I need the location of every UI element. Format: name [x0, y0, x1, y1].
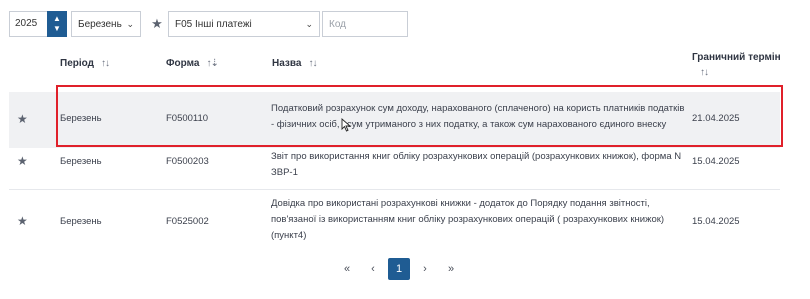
column-header-deadline[interactable]: Граничний термін ↑↓ [692, 52, 781, 78]
month-select[interactable]: Березень ⌄ [71, 11, 141, 37]
favorite-star-icon[interactable]: ★ [17, 154, 28, 168]
row-form-name[interactable]: Звіт про використання книг обліку розрах… [271, 149, 689, 181]
sort-icon[interactable]: ↑↓ [101, 58, 110, 69]
year-field[interactable]: 2025 [9, 11, 47, 37]
last-page-button[interactable]: » [440, 258, 462, 280]
favorites-filter-star-icon[interactable]: ★ [150, 16, 164, 32]
sort-icon[interactable]: ↑↓ [700, 67, 709, 78]
filter-bar: 2025 ▲ ▼ Березень ⌄ ★ F05 Інші платежі ⌄ [9, 10, 408, 38]
chevron-down-icon[interactable]: ▼ [53, 24, 61, 34]
table-header: Період ↑↓ Форма ↑⇣ Назва ↑↓ Граничний те… [0, 46, 810, 88]
month-select-value: Березень [78, 18, 122, 30]
first-page-button[interactable]: « [336, 258, 358, 280]
mouse-cursor-icon [341, 118, 352, 132]
sort-icon[interactable]: ↑↓ [308, 58, 317, 69]
year-stepper[interactable]: ▲ ▼ [47, 11, 67, 37]
column-header-form[interactable]: Форма ↑⇣ [166, 58, 219, 69]
row-period: Березень [60, 216, 102, 227]
row-period: Березень [60, 156, 102, 167]
next-page-button[interactable]: › [414, 258, 436, 280]
previous-page-button[interactable]: ‹ [362, 258, 384, 280]
row-form-name[interactable]: Довідка про використані розрахункові кни… [271, 196, 689, 244]
page-button-current[interactable]: 1 [388, 258, 410, 280]
favorite-star-icon[interactable]: ★ [17, 214, 28, 228]
table-row[interactable]: ★ Березень F0525002 Довідка про використ… [9, 196, 780, 248]
pagination: « ‹ 1 › » [336, 258, 466, 280]
form-group-select-value: F05 Інші платежі [175, 18, 252, 30]
sort-ascending-icon[interactable]: ↑⇣ [206, 58, 218, 69]
row-divider [9, 189, 780, 190]
chevron-down-icon: ⌄ [305, 18, 313, 29]
chevron-up-icon[interactable]: ▲ [53, 14, 61, 24]
row-deadline: 15.04.2025 [692, 156, 740, 167]
highlight-frame [56, 85, 783, 147]
row-deadline: 15.04.2025 [692, 216, 740, 227]
row-form-code: F0500203 [166, 156, 209, 167]
form-group-select[interactable]: F05 Інші платежі ⌄ [168, 11, 320, 37]
column-header-period[interactable]: Період ↑↓ [60, 58, 110, 69]
column-header-name[interactable]: Назва ↑↓ [272, 58, 317, 69]
chevron-down-icon: ⌄ [126, 18, 134, 29]
favorite-star-icon[interactable]: ★ [17, 112, 28, 126]
code-search-input[interactable] [322, 11, 408, 37]
table-row[interactable]: ★ Березень F0500203 Звіт про використанн… [9, 148, 780, 184]
row-form-code: F0525002 [166, 216, 209, 227]
